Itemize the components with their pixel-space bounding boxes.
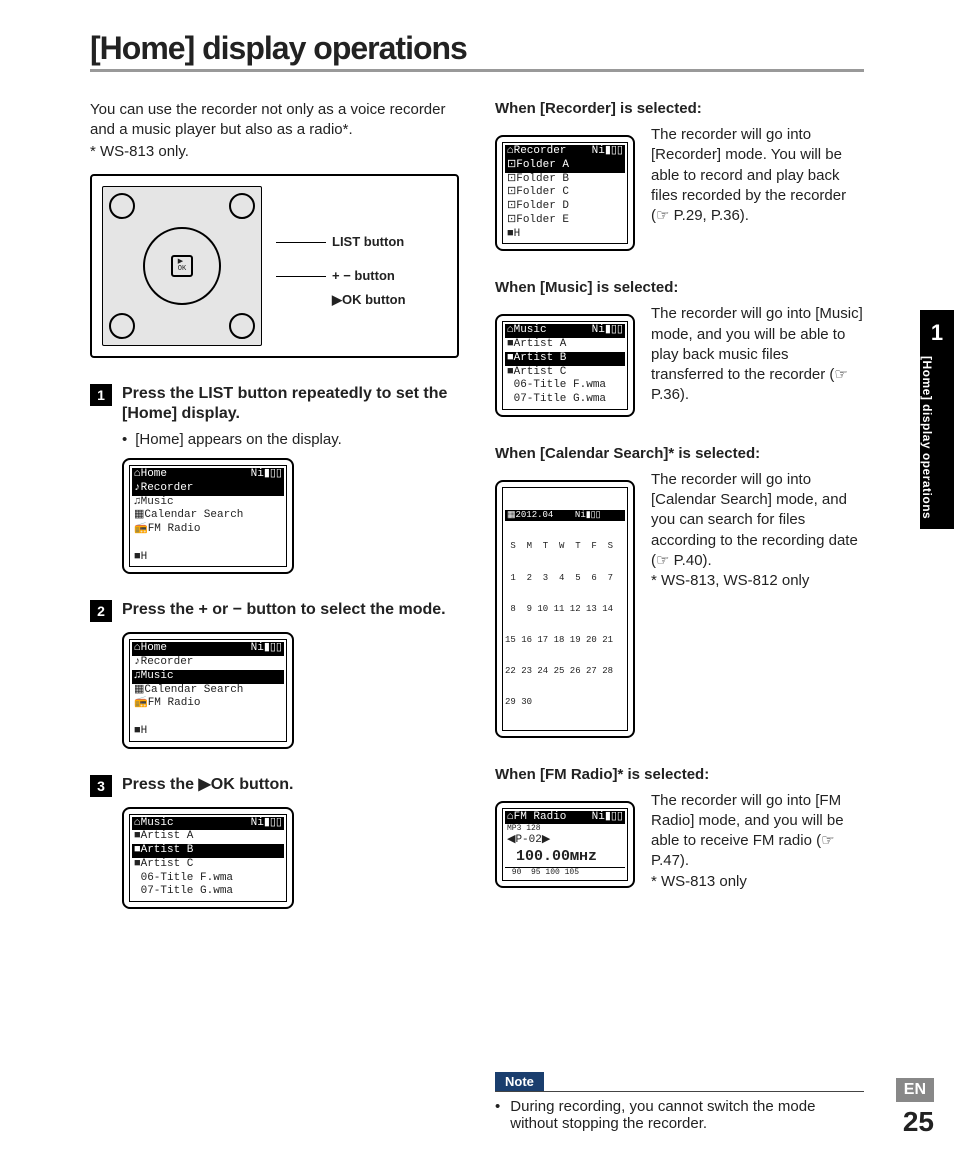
mode-music-head: When [Music] is selected: bbox=[495, 279, 864, 296]
right-column: When [Recorder] is selected: ⌂RecorderNi… bbox=[495, 100, 864, 1132]
mode-music-lcd: ⌂MusicNi▮▯▯ ■Artist A ■Artist B ■Artist … bbox=[495, 314, 635, 417]
mode-calendar-text: The recorder will go into [Calendar Sear… bbox=[651, 470, 864, 571]
note-label: Note bbox=[495, 1072, 544, 1091]
page-title: [Home] display operations bbox=[90, 30, 864, 72]
page-number: 25 bbox=[896, 1106, 934, 1138]
language-badge: EN bbox=[896, 1078, 934, 1102]
mode-fmradio-head: When [FM Radio]* is selected: bbox=[495, 766, 864, 783]
step-number: 2 bbox=[90, 600, 112, 622]
mode-calendar-lcd: ▦2012.04 Ni▮▯▯ S M T W T F S 1 2 3 4 5 6… bbox=[495, 480, 635, 738]
mode-music-text: The recorder will go into [Music] mode, … bbox=[651, 304, 864, 405]
plusminus-button-label: + − button bbox=[332, 268, 395, 283]
step-3-lcd: ⌂MusicNi▮▯▯ ■Artist A ■Artist B ■Artist … bbox=[122, 807, 294, 910]
step-number: 3 bbox=[90, 775, 112, 797]
step-2: 2 Press the + or − button to select the … bbox=[90, 600, 459, 622]
mode-recorder-lcd: ⌂RecorderNi▮▯▯ ⊡Folder A ⊡Folder B ⊡Fold… bbox=[495, 135, 635, 251]
note-text: During recording, you cannot switch the … bbox=[510, 1098, 864, 1132]
mode-recorder-text: The recorder will go into [Recorder] mod… bbox=[651, 125, 864, 226]
mode-fmradio-text: The recorder will go into [FM Radio] mod… bbox=[651, 791, 864, 872]
step-1: 1 Press the LIST button repeatedly to se… bbox=[90, 384, 459, 426]
step-number: 1 bbox=[90, 384, 112, 406]
mode-fmradio-note: * WS-813 only bbox=[651, 872, 864, 892]
left-column: You can use the recorder not only as a v… bbox=[90, 100, 459, 1132]
intro-footnote: * WS-813 only. bbox=[90, 143, 459, 160]
step-1-lcd: ⌂HomeNi▮▯▯ ♪Recorder ♫Music ▦Calendar Se… bbox=[122, 458, 294, 574]
ok-button-label: ▶OK button bbox=[332, 292, 406, 307]
chapter-tab: 1 [Home] display operations bbox=[920, 310, 954, 529]
step-1-bullet: [Home] appears on the display. bbox=[122, 431, 342, 448]
device-diagram: ▶OK LIST button + − button ▶OK button bbox=[90, 174, 459, 358]
chapter-title: [Home] display operations bbox=[920, 356, 934, 519]
intro-text: You can use the recorder not only as a v… bbox=[90, 100, 459, 141]
mode-calendar-head: When [Calendar Search]* is selected: bbox=[495, 445, 864, 462]
step-2-lcd: ⌂HomeNi▮▯▯ ♪Recorder ♫Music ▦Calendar Se… bbox=[122, 632, 294, 748]
mode-recorder-head: When [Recorder] is selected: bbox=[495, 100, 864, 117]
step-3: 3 Press the ▶OK button. bbox=[90, 775, 459, 797]
list-button-label: LIST button bbox=[332, 234, 404, 249]
page-footer: EN 25 bbox=[896, 1078, 934, 1138]
mode-fmradio-lcd: ⌂FM RadioNi▮▯▯ MP3 128 ◀P-02▶ 100.00ᴍʜᴢ … bbox=[495, 801, 635, 888]
ok-button-icon: ▶OK bbox=[171, 255, 193, 277]
chapter-number: 1 bbox=[920, 320, 954, 346]
mode-calendar-note: * WS-813, WS-812 only bbox=[651, 571, 864, 591]
note-section: Note •During recording, you cannot switc… bbox=[495, 1072, 864, 1132]
